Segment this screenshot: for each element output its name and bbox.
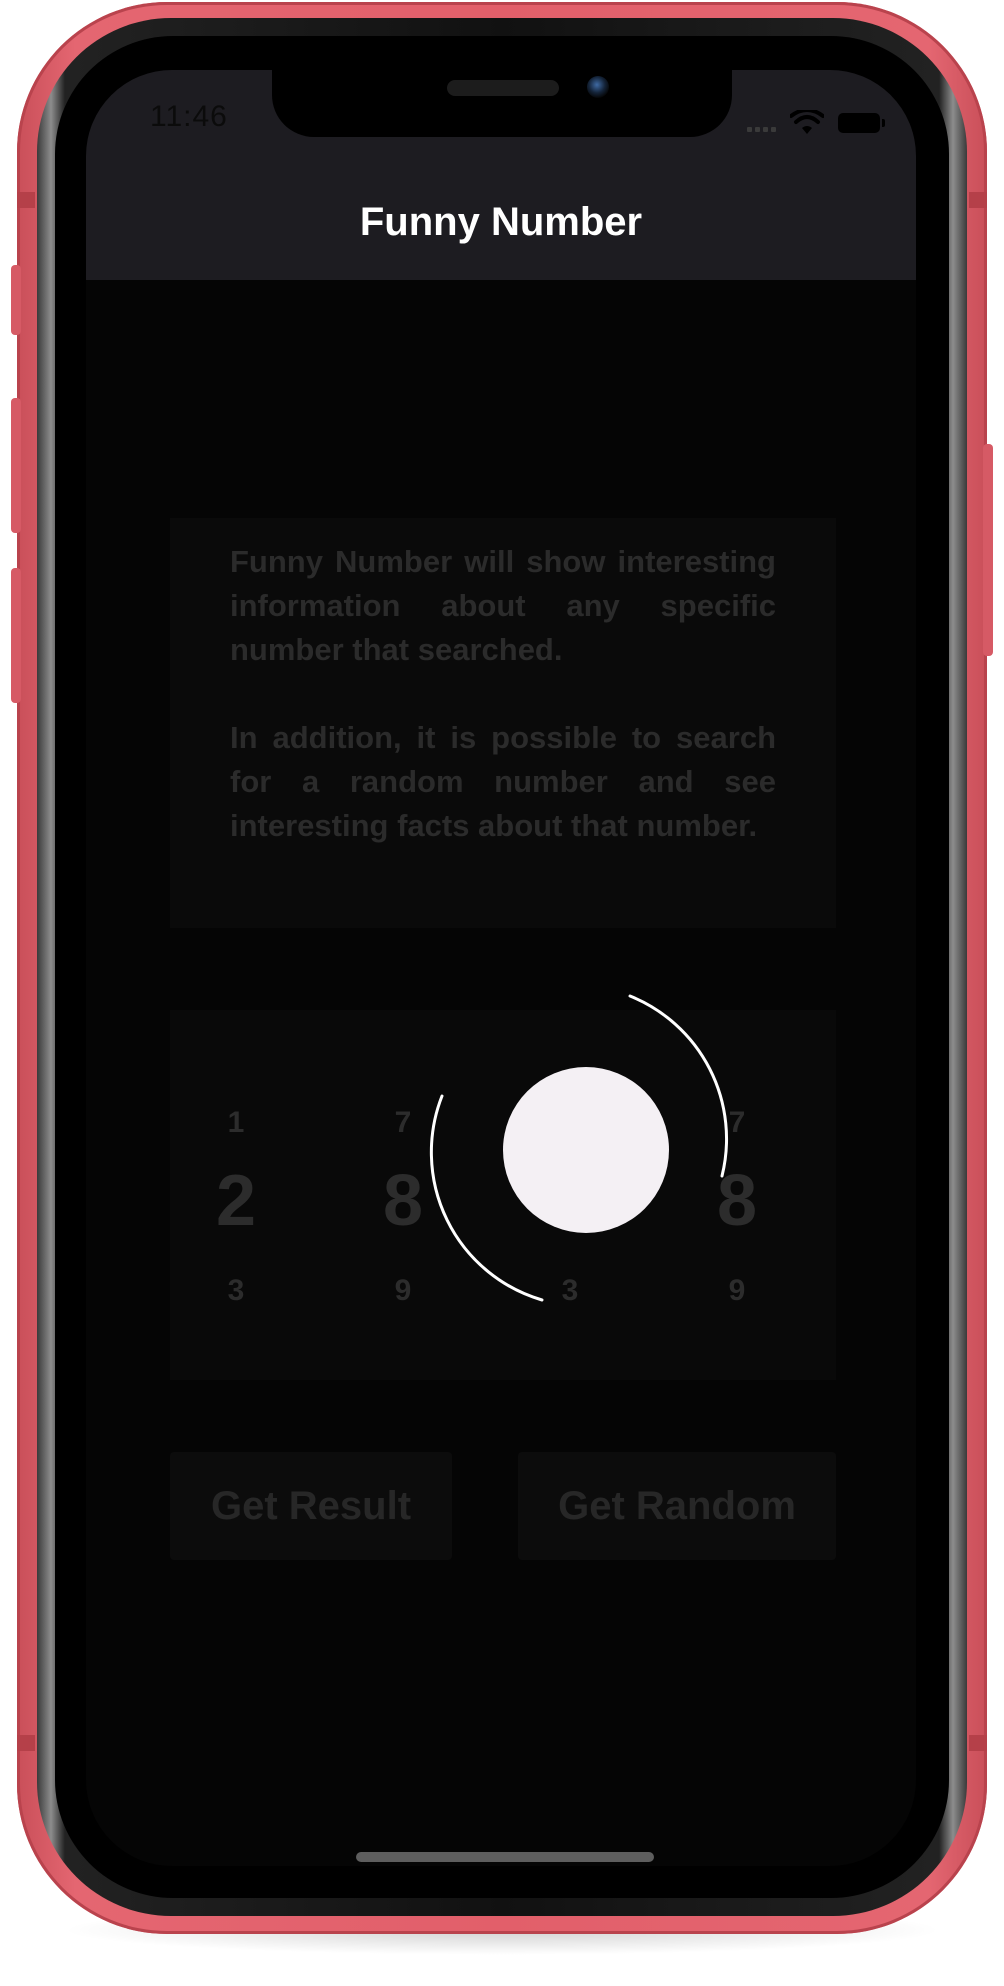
get-random-button[interactable]: Get Random <box>518 1452 836 1560</box>
loading-spinner-icon <box>429 994 729 1302</box>
antenna-band <box>969 192 987 208</box>
volume-down-button <box>11 568 21 703</box>
page-title: Funny Number <box>359 200 643 244</box>
description-card: Funny Number will show interesting infor… <box>170 518 836 928</box>
picker-option[interactable]: 1 <box>186 1106 286 1140</box>
app-screen: 11:46 Funny Number Funny Number will sho… <box>86 70 916 1866</box>
volume-up-button <box>11 398 21 533</box>
silent-switch <box>11 265 21 335</box>
antenna-band <box>17 192 35 208</box>
notch <box>272 70 732 137</box>
description-text: Funny Number will show interesting infor… <box>230 540 776 848</box>
earpiece-speaker <box>447 80 559 96</box>
picker-column[interactable]: 1 2 3 <box>186 1010 286 1380</box>
antenna-band <box>969 1735 987 1751</box>
status-time: 11:46 <box>150 100 228 133</box>
wifi-icon <box>790 110 824 134</box>
cellular-signal-icon <box>747 114 776 132</box>
antenna-band <box>17 1735 35 1751</box>
picker-selected-value[interactable]: 2 <box>186 1160 286 1242</box>
description-paragraph: In addition, it is possible to search fo… <box>230 720 776 843</box>
get-result-button[interactable]: Get Result <box>170 1452 452 1560</box>
status-indicators <box>747 110 885 136</box>
home-indicator[interactable] <box>356 1852 654 1862</box>
power-button <box>983 444 993 656</box>
description-paragraph: Funny Number will show interesting infor… <box>230 544 776 667</box>
loading-spinner-dot <box>503 1067 669 1233</box>
front-camera-icon <box>587 76 609 98</box>
picker-option[interactable]: 3 <box>186 1274 286 1308</box>
battery-icon <box>838 113 885 133</box>
